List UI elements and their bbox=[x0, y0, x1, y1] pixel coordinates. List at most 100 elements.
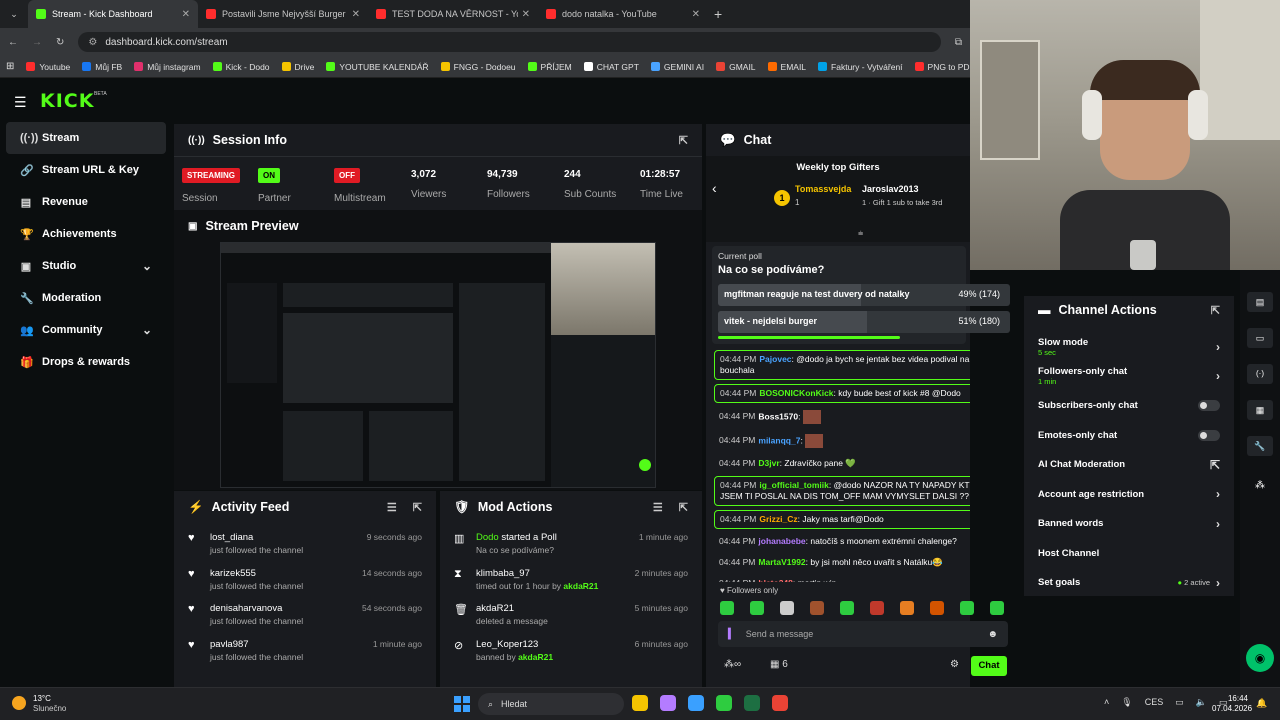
extension-icon[interactable]: ⧉ bbox=[955, 37, 962, 48]
rail-document-icon[interactable]: ▤ bbox=[1247, 292, 1273, 312]
emoji-icon[interactable]: ☻ bbox=[987, 629, 998, 640]
activity-username[interactable]: karizek555 bbox=[210, 567, 352, 580]
mod-action-moderator[interactable]: akdaR21 bbox=[563, 581, 598, 591]
help-chat-icon[interactable]: ◉ bbox=[1246, 644, 1274, 672]
channel-action-emotes-only-chat[interactable]: Emotes-only chat bbox=[1024, 421, 1234, 451]
bookmark-item[interactable]: Můj instagram bbox=[134, 62, 201, 72]
chevron-right-icon[interactable]: › bbox=[1216, 487, 1220, 501]
mod-action-user[interactable]: Dodo bbox=[476, 532, 499, 543]
volume-icon[interactable]: 🔈 bbox=[1196, 697, 1207, 708]
activity-username[interactable]: lost_diana bbox=[210, 531, 357, 544]
emote-picker-icon[interactable] bbox=[960, 601, 974, 615]
browser-tab[interactable]: dodo natalka - YouTube ✕ bbox=[538, 0, 708, 28]
emote-picker-icon[interactable] bbox=[750, 601, 764, 615]
gift-icon[interactable]: ▦ bbox=[770, 659, 779, 670]
mod-action-moderator[interactable]: akdaR21 bbox=[518, 652, 553, 662]
poll-option[interactable]: vitek - nejdelsi burger 51% (180) bbox=[718, 311, 1010, 333]
rail-mod-icon[interactable]: ▦ bbox=[1247, 400, 1273, 420]
emote-picker-icon[interactable] bbox=[930, 601, 944, 615]
channel-action-banned-words[interactable]: Banned words › bbox=[1024, 509, 1234, 539]
mod-action-user[interactable]: Leo_Koper123 bbox=[476, 639, 538, 650]
chrome-icon[interactable] bbox=[772, 695, 788, 711]
channel-action-ai-chat-moderation[interactable]: AI Chat Moderation ⇱ bbox=[1024, 450, 1234, 480]
forward-icon[interactable]: → bbox=[32, 37, 42, 48]
chevron-down-icon[interactable]: ⌄ bbox=[142, 323, 152, 337]
gifter-2-name[interactable]: Jaroslav2013 bbox=[862, 184, 919, 194]
settings-icon[interactable]: ⚙ bbox=[950, 659, 959, 670]
copilot-icon[interactable] bbox=[660, 695, 676, 711]
back-icon[interactable]: ← bbox=[8, 37, 18, 48]
site-info-icon[interactable]: ⚙ bbox=[88, 37, 97, 48]
close-tab-icon[interactable]: ✕ bbox=[522, 9, 530, 20]
toggle-switch[interactable] bbox=[1198, 400, 1220, 412]
chevron-left-icon[interactable]: ‹ bbox=[712, 180, 717, 196]
emote-picker-icon[interactable] bbox=[720, 601, 734, 615]
network-icon[interactable]: ▭ bbox=[1175, 697, 1184, 708]
channel-action-slow-mode[interactable]: Slow mode 5 sec › bbox=[1024, 332, 1234, 362]
popout-icon[interactable]: ⇱ bbox=[413, 501, 422, 514]
browser-tab[interactable]: Postavili Jsme Nejvyšší Burger na ✕ bbox=[198, 0, 368, 28]
channel-action-subscribers-only-chat[interactable]: Subscribers-only chat bbox=[1024, 391, 1234, 421]
bookmark-item[interactable]: CHAT GPT bbox=[583, 62, 639, 72]
chat-username[interactable]: Pajovec bbox=[759, 354, 791, 364]
tray-chevron-icon[interactable]: ˄ bbox=[1104, 697, 1109, 708]
rail-chat-icon[interactable]: ▭ bbox=[1247, 328, 1273, 348]
bookmark-item[interactable]: Drive bbox=[281, 62, 314, 72]
rail-wrench-icon[interactable]: 🔧 bbox=[1247, 436, 1273, 456]
bookmark-item[interactable]: Můj FB bbox=[82, 62, 122, 72]
emote-picker-icon[interactable] bbox=[870, 601, 884, 615]
sidebar-item-achievements[interactable]: 🏆 Achievements bbox=[6, 218, 166, 250]
browser-tab[interactable]: Stream - Kick Dashboard ✕ bbox=[28, 0, 198, 28]
bookmark-item[interactable]: Youtube bbox=[26, 62, 70, 72]
edge-icon[interactable] bbox=[716, 695, 732, 711]
filter-icon[interactable]: ☰ bbox=[653, 501, 663, 514]
channel-action-followers-only-chat[interactable]: Followers-only chat 1 min › bbox=[1024, 362, 1234, 392]
menu-icon[interactable]: ☰ bbox=[14, 94, 27, 111]
bookmark-item[interactable]: PNG to PDF bbox=[914, 62, 975, 72]
chat-input[interactable]: ▍ Send a message ☻ bbox=[718, 621, 1008, 647]
popout-icon[interactable]: ⇱ bbox=[1211, 304, 1220, 317]
sidebar-item-stream[interactable]: ((·)) Stream bbox=[6, 122, 166, 154]
channel-action-account-age-restriction[interactable]: Account age restriction › bbox=[1024, 480, 1234, 510]
bookmark-item[interactable]: GEMINI AI bbox=[650, 62, 704, 72]
stream-preview-video[interactable] bbox=[220, 242, 656, 488]
chat-username[interactable]: ig_official_tomiik bbox=[759, 480, 828, 490]
popout-icon[interactable]: ⇱ bbox=[679, 501, 688, 514]
bookmark-item[interactable]: GMAIL bbox=[716, 62, 756, 72]
kick-logo[interactable]: KICK bbox=[40, 90, 94, 112]
emote-picker-icon[interactable] bbox=[990, 601, 1004, 615]
bookmark-item[interactable]: FNGG - Dodoeu bbox=[440, 62, 516, 72]
gifter-1-name[interactable]: Tomassvejda bbox=[795, 184, 851, 194]
reload-icon[interactable]: ↻ bbox=[56, 37, 64, 48]
chevron-right-icon[interactable]: › bbox=[1216, 369, 1220, 383]
chevron-right-icon[interactable]: › bbox=[1216, 576, 1220, 590]
toggle-switch[interactable] bbox=[1198, 429, 1220, 441]
excel-icon[interactable] bbox=[744, 695, 760, 711]
filter-icon[interactable]: ☰ bbox=[387, 501, 397, 514]
chat-username[interactable]: Grizzi_Cz bbox=[759, 514, 797, 524]
emote-picker-icon[interactable] bbox=[780, 601, 794, 615]
bookmark-item[interactable]: Kick - Dodo bbox=[212, 62, 270, 72]
chat-username[interactable]: D3jvr bbox=[758, 458, 779, 468]
sidebar-item-studio[interactable]: ▣ Studio ⌄ bbox=[6, 250, 166, 282]
bookmark-item[interactable]: EMAIL bbox=[767, 62, 806, 72]
chat-username[interactable]: johanabebe bbox=[758, 536, 805, 546]
chat-username[interactable]: MartaV1992 bbox=[758, 557, 805, 567]
taskbar-search[interactable]: ⌕ Hledat bbox=[478, 693, 624, 715]
close-tab-icon[interactable]: ✕ bbox=[182, 9, 190, 20]
language-indicator[interactable]: CES bbox=[1145, 697, 1164, 708]
sidebar-item-community[interactable]: 👥 Community ⌄ bbox=[6, 314, 166, 346]
bookmark-item[interactable]: YOUTUBE KALENDÁŘ bbox=[326, 62, 429, 72]
sidebar-item-stream-url-key[interactable]: 🔗 Stream URL & Key bbox=[6, 154, 166, 186]
rail-more-icon[interactable]: ⁂ bbox=[1247, 476, 1273, 496]
weather-icon[interactable] bbox=[12, 696, 26, 710]
chat-username[interactable]: blato348 bbox=[758, 578, 793, 582]
rewards-icon[interactable]: ⁂∞ bbox=[724, 659, 741, 670]
close-tab-icon[interactable]: ✕ bbox=[692, 9, 700, 20]
browser-tab[interactable]: TEST DODA NA VĚRNOST - You ✕ bbox=[368, 0, 538, 28]
mic-icon[interactable]: ▍ bbox=[728, 629, 736, 640]
new-tab-button[interactable]: + bbox=[714, 6, 722, 22]
channel-action-set-goals[interactable]: Set goals ● 2 active › bbox=[1024, 568, 1234, 598]
external-link-icon[interactable]: ⇱ bbox=[1210, 458, 1220, 472]
channel-action-host-channel[interactable]: Host Channel bbox=[1024, 539, 1234, 569]
